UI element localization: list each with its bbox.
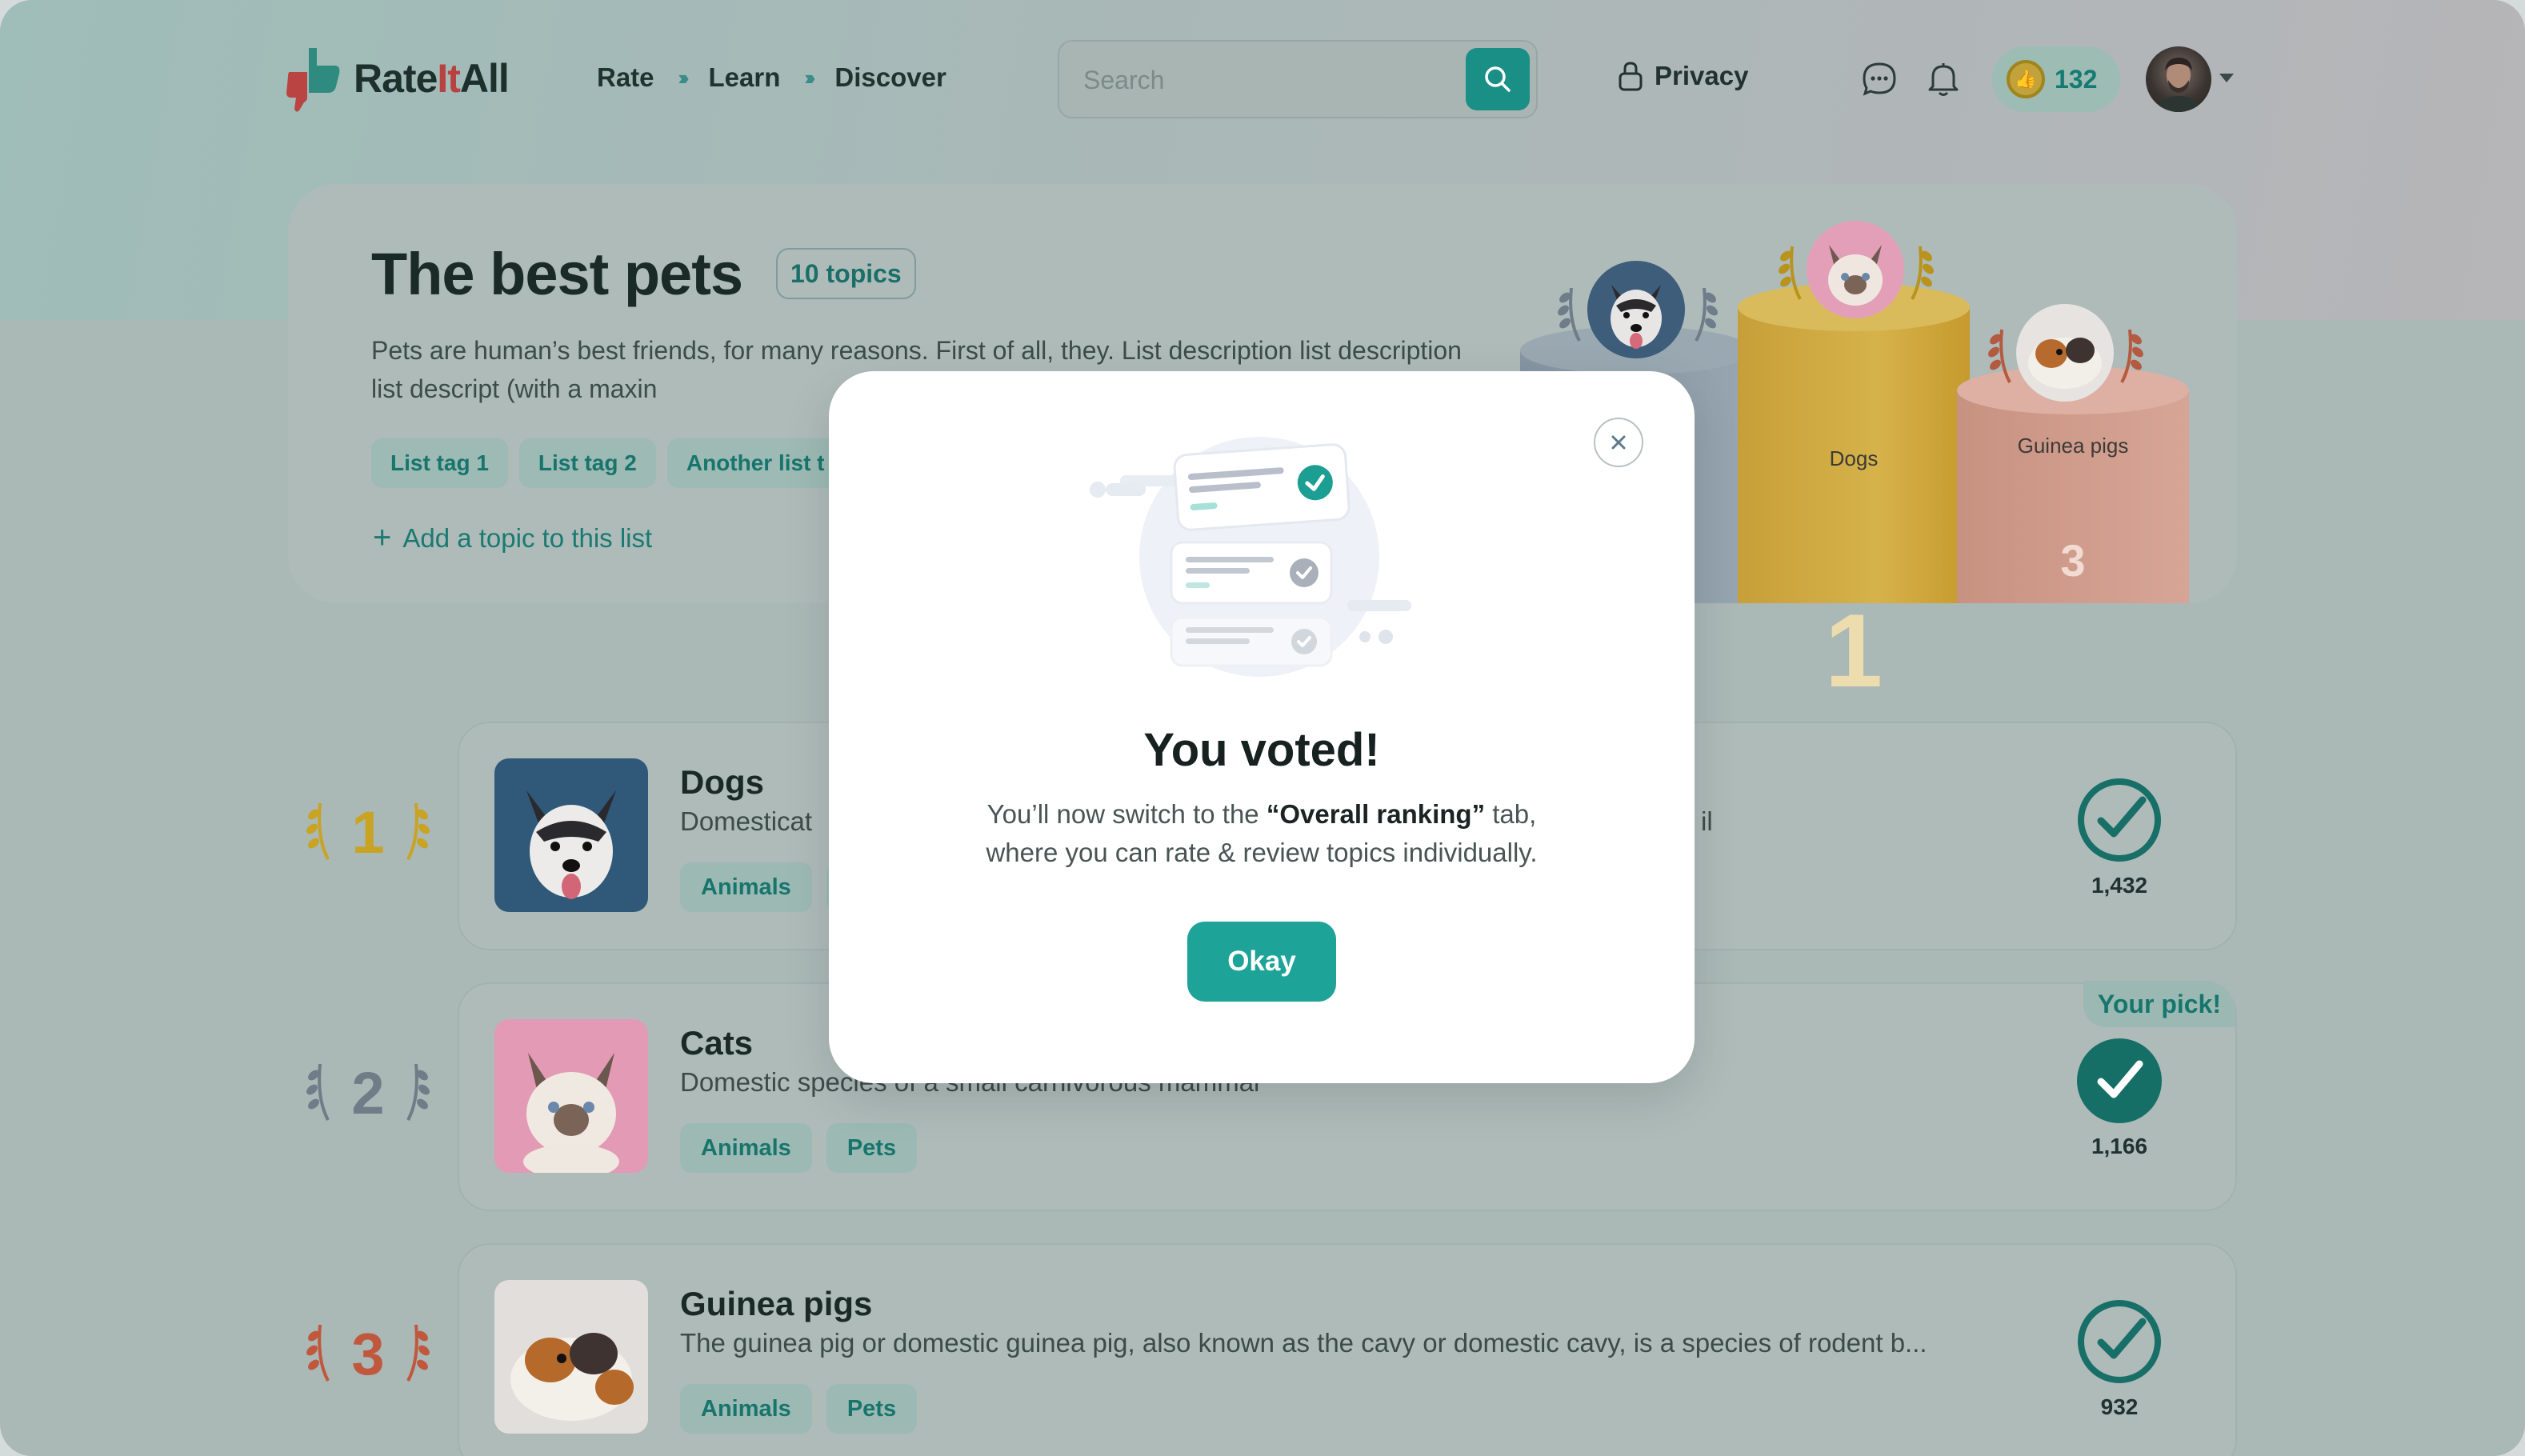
laurel-icon [1558,287,1581,342]
podium-third-label: Guinea pigs [2017,434,2129,458]
nav-discover[interactable]: Discover [834,62,946,93]
privacy-label: Privacy [1655,61,1749,90]
voted-illustration [1090,437,1411,677]
your-pick-badge: Your pick! [2083,981,2235,1027]
bell-icon[interactable] [1925,61,1962,98]
vote-button[interactable]: 1,432 [2075,776,2163,898]
laurel-icon [1911,246,1934,300]
list-tags: List tag 1 List tag 2 Another list t [371,438,844,488]
overall-ranking-emphasis: “Overall ranking” [1266,799,1486,829]
tag-pets[interactable]: Pets [826,1384,918,1434]
chat-icon[interactable] [1861,61,1898,98]
laurel-icon [1988,329,2011,383]
topic-description: The guinea pig or domestic guinea pig, a… [680,1328,1927,1358]
ranking-row-guinea-pigs[interactable]: Guinea pigs The guinea pig or domestic g… [458,1243,2237,1456]
laurel-icon [406,1063,430,1121]
topic-description-tail: il [1701,806,1713,836]
tag-animals[interactable]: Animals [680,1384,812,1434]
modal-title: You voted! [1143,724,1380,776]
page-title: The best pets [371,241,743,307]
podium-third-number: 3 [2060,535,2086,586]
lock-icon [1619,62,1643,91]
podium-dog-avatar [1587,261,1685,358]
chevrons-icon: ››› [678,65,690,90]
dog-thumbnail [494,758,648,912]
check-circle-icon [2078,1300,2161,1383]
tag-pets[interactable]: Pets [826,1123,918,1173]
close-button[interactable] [1594,418,1643,467]
nav-rate[interactable]: Rate [597,62,654,93]
guinea-pig-thumbnail [494,1280,648,1434]
laurel-icon [406,802,430,860]
laurel-icon [1779,246,1802,300]
search-icon [1485,66,1511,92]
main-nav: Rate ››› Learn ››› Discover [597,62,946,93]
app-window: RateItAll Rate ››› Learn ››› Discover Se… [0,0,2525,1456]
check-circle-filled-icon [2077,1038,2162,1123]
podium-first: Dogs 1 [1738,283,1970,709]
user-photo [2157,58,2200,112]
topic-tags: Animals [680,862,850,912]
modal-message: You’ll now switch to the “Overall rankin… [986,799,1538,867]
top-header: RateItAll Rate ››› Learn ››› Discover Se… [0,0,2525,160]
laurel-icon [1695,287,1718,342]
plus-icon: + [373,520,392,555]
add-topic-label: Add a topic to this list [402,522,653,553]
check-circle-icon [2078,778,2161,862]
topic-tags: Animals Pets [680,1123,918,1173]
logo-text: RateItAll [354,56,510,101]
podium-first-label: Dogs [1829,446,1879,470]
vote-count: 1,432 [2091,873,2148,898]
podium-cat-avatar [1807,221,1904,318]
add-topic-button[interactable]: + Add a topic to this list [373,520,652,556]
search-button[interactable] [1466,48,1530,110]
list-tag[interactable]: Another list t [666,438,844,488]
topic-tags: Animals Pets [680,1384,918,1434]
vote-confirmation-modal: You voted! You’ll now switch to the “Ove… [829,371,1695,1083]
tag-animals[interactable]: Animals [680,1123,812,1173]
search-placeholder: Search [1083,66,1165,94]
vote-count: 932 [2100,1394,2139,1419]
avatar[interactable] [2146,46,2211,112]
coin-count: 132 [2055,64,2098,94]
cat-thumbnail [494,1019,648,1173]
vote-button[interactable]: 1,166 [2075,1037,2163,1159]
topic-title[interactable]: Cats [680,1024,753,1062]
list-tag[interactable]: List tag 2 [518,438,656,488]
chevrons-icon: ››› [804,65,815,90]
podium-first-number: 1 [1824,592,1883,709]
logo[interactable]: RateItAll [285,45,510,112]
privacy-link[interactable]: Privacy [1618,61,1748,91]
topic-title[interactable]: Guinea pigs [680,1285,872,1323]
topics-count-badge: 10 topics [776,248,916,299]
okay-button[interactable]: Okay [1187,922,1336,1002]
tag-animals[interactable]: Animals [680,862,812,912]
vote-count: 1,166 [2091,1134,2148,1158]
list-tag[interactable]: List tag 1 [371,438,508,488]
topic-title[interactable]: Dogs [680,763,764,802]
laurel-icon [2120,329,2143,383]
laurel-icon [406,1324,430,1382]
podium-third: Guinea pigs 3 [1957,366,2189,603]
search-input[interactable]: Search [1058,40,1538,118]
podium-guinea-pig-avatar [2016,304,2114,402]
thumbs-logo-icon [286,48,340,112]
coin-balance[interactable]: 👍 132 [1992,46,2120,112]
coin-icon: 👍 [2007,60,2045,98]
vote-button[interactable]: 932 [2075,1298,2163,1420]
nav-learn[interactable]: Learn [709,62,781,93]
close-icon [1611,435,1626,450]
chevron-down-icon[interactable] [2219,74,2234,82]
